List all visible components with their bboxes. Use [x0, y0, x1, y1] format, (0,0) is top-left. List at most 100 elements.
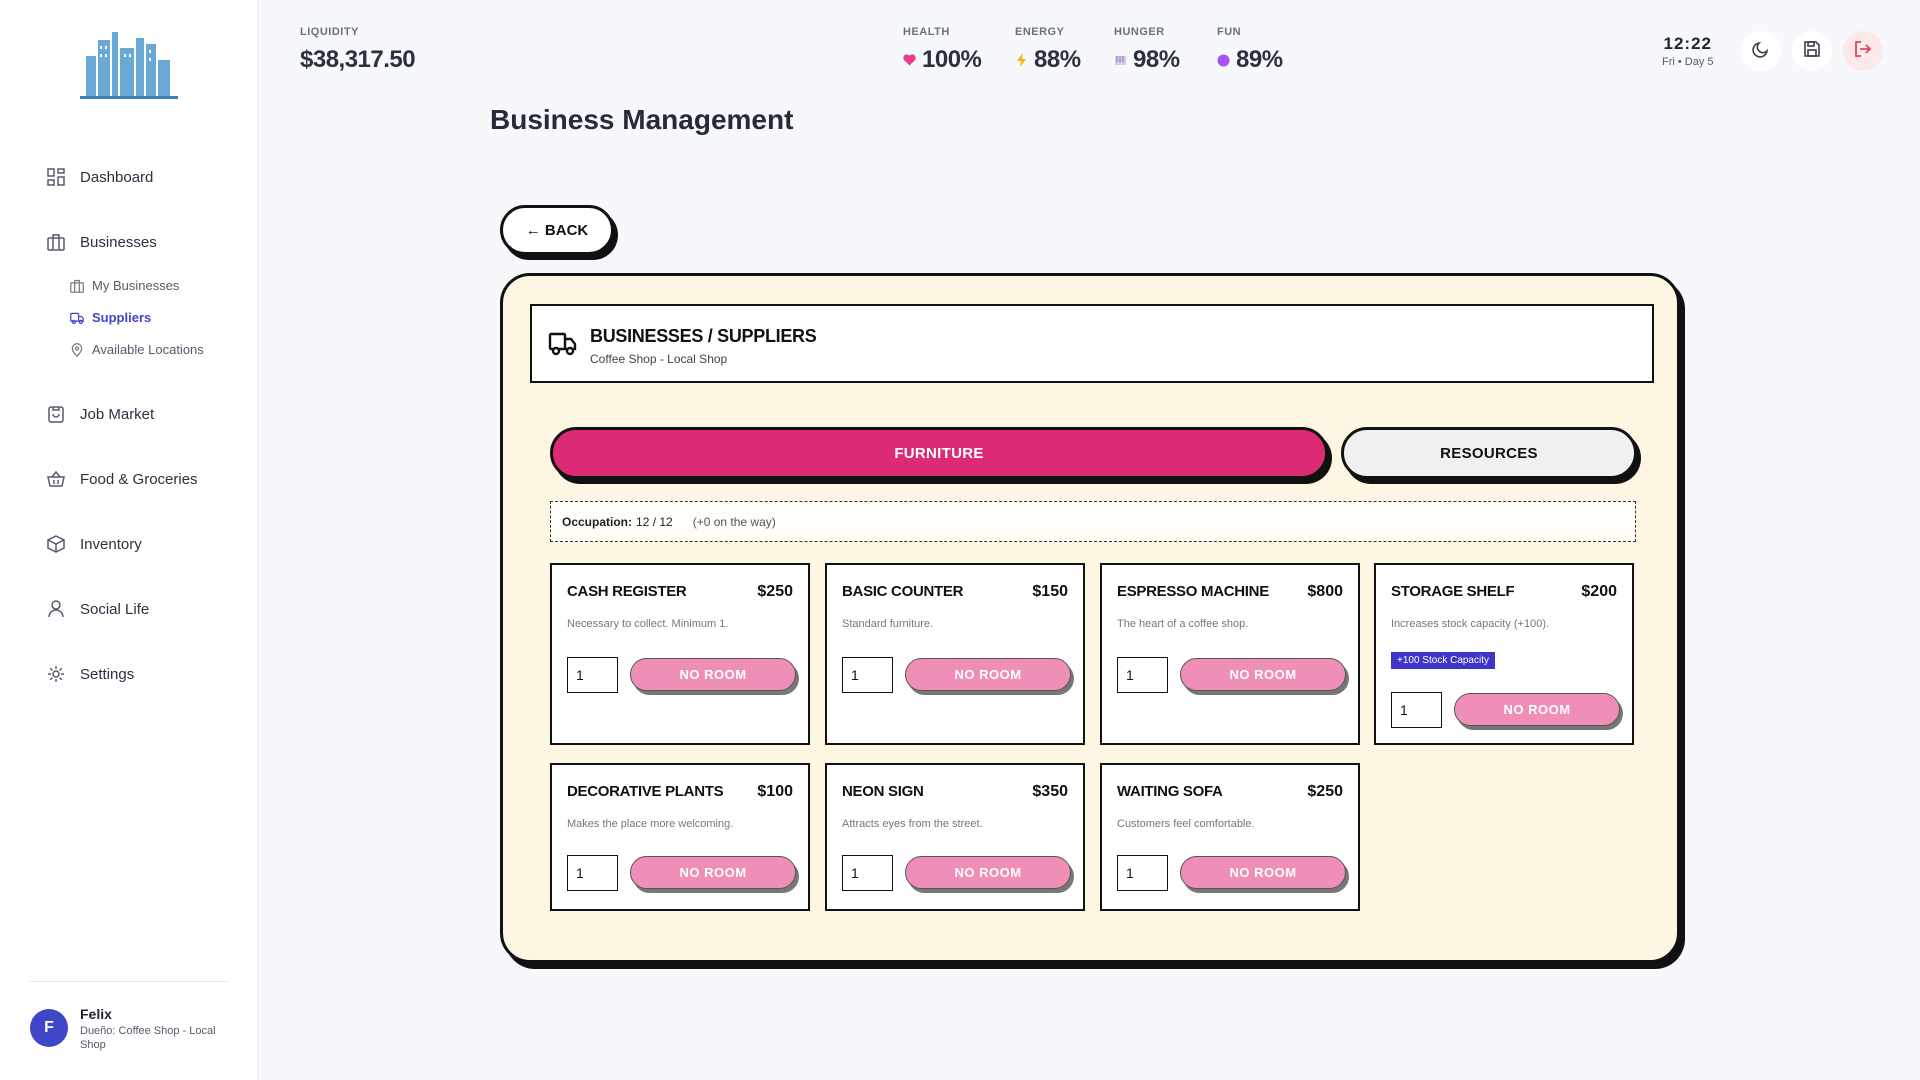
item-description: The heart of a coffee shop.	[1117, 618, 1249, 630]
gear-icon	[46, 664, 66, 684]
no-room-button[interactable]: NO ROOM	[905, 856, 1071, 889]
truck-icon	[70, 311, 84, 325]
box-icon	[46, 534, 66, 554]
user-profile[interactable]: F Felix Dueño: Coffee Shop - Local Shop	[30, 1006, 220, 1052]
theme-toggle-button[interactable]	[1741, 31, 1781, 71]
save-button[interactable]	[1792, 31, 1832, 71]
clock-day: Fri • Day 5	[1662, 56, 1714, 68]
nav-social-life[interactable]: Social Life	[46, 599, 149, 619]
nav-label: Job Market	[80, 405, 155, 423]
stock-capacity-badge: +100 Stock Capacity	[1391, 652, 1495, 669]
nav-label: Inventory	[80, 535, 142, 553]
item-description: Attracts eyes from the street.	[842, 818, 983, 830]
briefcase-icon	[46, 232, 66, 252]
subnav-available-locations[interactable]: Available Locations	[70, 342, 204, 357]
moon-icon	[1752, 40, 1770, 63]
item-description: Makes the place more welcoming.	[567, 818, 734, 830]
save-icon	[1803, 40, 1821, 63]
quantity-input[interactable]	[1391, 692, 1442, 728]
nav-label: Settings	[80, 665, 135, 683]
quantity-input[interactable]	[842, 657, 893, 693]
subnav-label: Suppliers	[92, 310, 152, 325]
nav-label: Businesses	[80, 233, 157, 251]
item-price: $350	[1032, 783, 1068, 800]
nav-settings[interactable]: Settings	[46, 664, 134, 684]
panel-header: BUSINESSES / SUPPLIERS Coffee Shop - Loc…	[530, 304, 1654, 383]
no-room-button[interactable]: NO ROOM	[905, 658, 1071, 691]
quantity-input[interactable]	[1117, 657, 1168, 693]
city-logo-icon[interactable]	[80, 26, 178, 102]
stat-label: HEALTH	[903, 26, 950, 38]
subnav-my-businesses[interactable]: My Businesses	[70, 278, 179, 293]
nav-inventory[interactable]: Inventory	[46, 534, 142, 554]
item-description: Customers feel comfortable.	[1117, 818, 1255, 830]
stat-label: FUN	[1217, 26, 1242, 38]
item-name: WAITING SOFA	[1117, 783, 1223, 800]
no-room-button[interactable]: NO ROOM	[630, 658, 796, 691]
stat-health: HEALTH 100%	[903, 26, 982, 74]
panel-title: BUSINESSES / SUPPLIERS	[590, 326, 817, 346]
no-room-button[interactable]: NO ROOM	[1180, 658, 1346, 691]
occupation-label: Occupation:	[562, 514, 633, 529]
food-icon	[1114, 54, 1127, 67]
pin-icon	[70, 342, 84, 357]
subnav-label: My Businesses	[92, 278, 180, 293]
quantity-input[interactable]	[567, 855, 618, 891]
sidebar-divider	[30, 981, 230, 982]
stat-label: ENERGY	[1015, 26, 1065, 38]
nav-job-market[interactable]: Job Market	[46, 404, 154, 424]
stat-value: 88%	[1034, 46, 1081, 73]
truck-icon	[548, 330, 578, 358]
item-price: $200	[1581, 583, 1617, 600]
nav-label: Social Life	[80, 600, 150, 618]
stat-hunger: HUNGER 98%	[1114, 26, 1180, 74]
nav-food-groceries[interactable]: Food & Groceries	[46, 469, 198, 489]
occupation-bar: Occupation: 12 / 12 (+0 on the way)	[550, 501, 1636, 542]
panel-subtitle: Coffee Shop - Local Shop	[590, 352, 728, 366]
no-room-button[interactable]: NO ROOM	[1180, 856, 1346, 889]
clock-time: 12:22	[1663, 34, 1712, 53]
quantity-input[interactable]	[567, 657, 618, 693]
tab-furniture[interactable]: FURNITURE	[550, 427, 1328, 479]
item-card-cash-register: CASH REGISTER $250 Necessary to collect.…	[550, 563, 810, 745]
clipboard-icon	[46, 404, 66, 424]
sidebar: Dashboard Businesses My Businesses Suppl…	[0, 0, 258, 1080]
stat-fun: FUN 89%	[1217, 26, 1283, 74]
nav-businesses[interactable]: Businesses	[46, 232, 157, 252]
no-room-button[interactable]: NO ROOM	[1454, 693, 1620, 726]
item-description: Increases stock capacity (+100).	[1391, 618, 1550, 630]
stat-value: 100%	[922, 46, 982, 73]
item-card-storage-shelf: STORAGE SHELF $200 Increases stock capac…	[1374, 563, 1634, 745]
item-name: NEON SIGN	[842, 783, 924, 800]
item-price: $150	[1032, 583, 1068, 600]
logout-button[interactable]	[1843, 31, 1883, 71]
page-title: Business Management	[490, 104, 794, 135]
quantity-input[interactable]	[842, 855, 893, 891]
user-name: Felix	[80, 1006, 112, 1022]
avatar: F	[30, 1009, 68, 1047]
item-description: Necessary to collect. Minimum 1.	[567, 618, 729, 630]
occupation-on-the-way: (+0 on the way)	[692, 514, 776, 529]
item-price: $250	[1307, 783, 1343, 800]
tab-resources[interactable]: RESOURCES	[1341, 427, 1637, 479]
item-name: BASIC COUNTER	[842, 583, 964, 600]
nav-label: Food & Groceries	[80, 470, 198, 488]
stat-energy: ENERGY 88%	[1015, 26, 1081, 74]
no-room-button[interactable]: NO ROOM	[630, 856, 796, 889]
item-name: CASH REGISTER	[567, 583, 687, 600]
item-description: Standard furniture.	[842, 618, 934, 630]
dashboard-icon	[46, 167, 66, 187]
briefcase-icon	[70, 279, 84, 293]
circle-icon	[1217, 54, 1230, 67]
item-name: ESPRESSO MACHINE	[1117, 583, 1269, 600]
subnav-suppliers[interactable]: Suppliers	[70, 310, 151, 325]
nav-label: Dashboard	[80, 168, 154, 186]
item-card-neon-sign: NEON SIGN $350 Attracts eyes from the st…	[825, 763, 1085, 911]
back-button[interactable]: ← BACK	[500, 205, 614, 255]
nav-dashboard[interactable]: Dashboard	[46, 167, 153, 187]
item-price: $100	[757, 783, 793, 800]
stat-label: HUNGER	[1114, 26, 1165, 38]
item-card-decorative-plants: DECORATIVE PLANTS $100 Makes the place m…	[550, 763, 810, 911]
quantity-input[interactable]	[1117, 855, 1168, 891]
item-name: STORAGE SHELF	[1391, 583, 1515, 600]
